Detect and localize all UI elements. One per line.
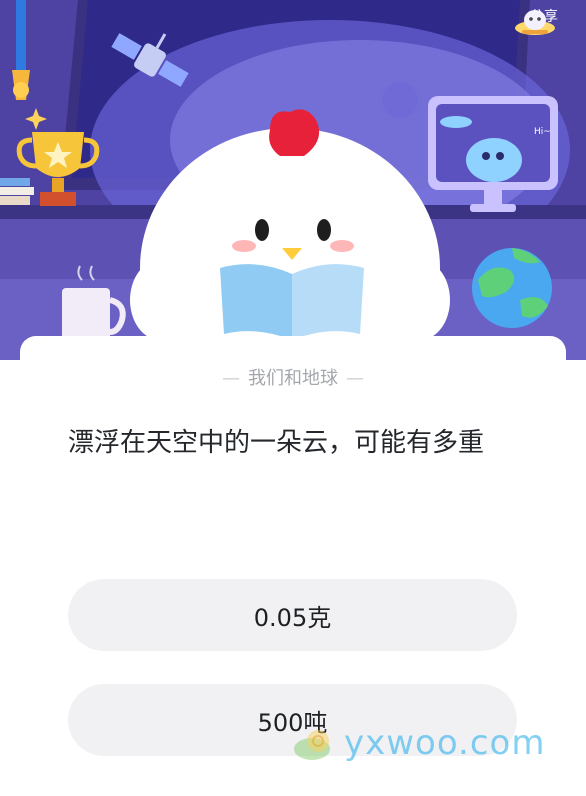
category-divider-left: — — [222, 368, 240, 389]
share-button[interactable]: 分享 — [514, 4, 574, 76]
header-illustration: Hi~ — [0, 0, 586, 360]
category-divider-right: — — [346, 368, 364, 389]
answer-option-1[interactable]: 0.05克 — [68, 579, 517, 651]
question-text: 漂浮在天空中的一朵云，可能有多重 — [68, 428, 485, 458]
speech-bubble-text: Hi~ — [534, 127, 551, 137]
answer-option-1-label: 0.05克 — [253, 603, 332, 632]
globe-icon — [472, 248, 552, 328]
space-room-scene: Hi~ — [0, 0, 586, 360]
question-card: — 我们和地球 — 漂浮在天空中的一朵云，可能有多重 0.05克 500吨 — [20, 336, 566, 796]
answer-option-2[interactable]: 500吨 — [68, 684, 517, 756]
answer-option-2-label: 500吨 — [257, 708, 328, 737]
ufo-icon — [515, 10, 555, 35]
category-label: 我们和地球 — [248, 368, 338, 389]
books-icon — [0, 178, 34, 205]
category-title: — 我们和地球 — — [20, 364, 566, 390]
